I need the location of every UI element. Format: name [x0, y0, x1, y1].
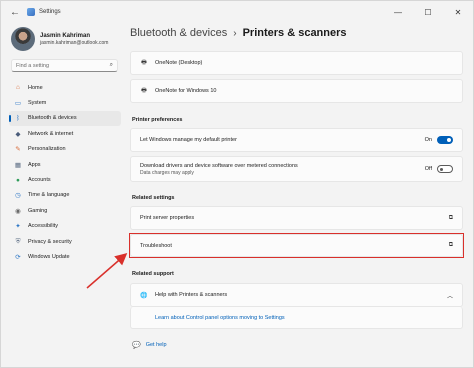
sidebar-item-gaming[interactable]: ◉ Gaming — [9, 203, 121, 218]
search-icon: ⌕ — [109, 62, 113, 68]
sidebar-item-windows-update[interactable]: ⟳ Windows Update — [9, 249, 121, 264]
sidebar-item-label: Bluetooth & devices — [28, 115, 77, 122]
search-input[interactable]: Find a setting ⌕ — [11, 59, 118, 72]
accessibility-icon: ✦ — [15, 223, 21, 231]
shield-icon: ⛨ — [15, 237, 21, 245]
get-help-label: Get help — [145, 342, 167, 348]
network-icon: ◆ — [15, 130, 21, 138]
help-printers-scanners-label: Help with Printers & scanners — [155, 292, 228, 298]
profile-name: Jasmin Kahriman — [40, 32, 91, 39]
avatar — [11, 27, 35, 51]
sidebar-item-home[interactable]: ⌂ Home — [9, 80, 121, 95]
metered-download-toggle[interactable] — [437, 165, 453, 173]
sidebar-item-accessibility[interactable]: ✦ Accessibility — [9, 219, 121, 234]
home-icon: ⌂ — [16, 84, 20, 92]
sidebar-item-personalization[interactable]: ✎ Personalization — [9, 142, 121, 157]
window-controls: — ☐ ✕ — [383, 1, 473, 23]
globe-icon: 🌐 — [140, 292, 148, 299]
metered-download-label: Download drivers and device software ove… — [140, 162, 298, 169]
gaming-icon: ◉ — [15, 207, 21, 215]
chevron-up-icon: ︿ — [446, 293, 453, 300]
section-title-related-settings: Related settings — [132, 195, 175, 201]
sidebar-item-system[interactable]: ▭ System — [9, 95, 121, 110]
metered-download-description: Data charges may apply — [140, 169, 194, 176]
clock-icon: ◷ — [15, 192, 21, 200]
sidebar-item-label: System — [28, 100, 47, 107]
sidebar-item-label: Network & internet — [28, 130, 74, 137]
printer-item-onenote-desktop[interactable]: 🖶 OneNote (Desktop) — [130, 51, 463, 75]
profile-email: jasmin.kahriman@outlook.com — [40, 39, 109, 46]
system-icon: ▭ — [14, 100, 22, 108]
external-link-icon: ⧉ — [448, 214, 453, 221]
sidebar-item-label: Gaming — [28, 207, 48, 214]
sidebar-item-bluetooth-devices[interactable]: ᛒ Bluetooth & devices — [9, 110, 121, 127]
default-printer-setting: Let Windows manage my default printer On — [130, 128, 463, 152]
minimize-icon[interactable]: — — [383, 1, 413, 23]
bluetooth-icon: ᛒ — [16, 114, 20, 122]
sidebar-item-time-language[interactable]: ◷ Time & language — [9, 188, 121, 203]
sidebar-item-label: Accounts — [28, 177, 51, 184]
printer-item-onenote-win10[interactable]: 🖶 OneNote for Windows 10 — [130, 79, 463, 103]
default-printer-toggle[interactable] — [437, 136, 453, 144]
printer-label: OneNote for Windows 10 — [155, 88, 217, 94]
sidebar-item-accounts[interactable]: ● Accounts — [9, 172, 121, 187]
search-placeholder: Find a setting — [16, 62, 50, 69]
printer-label: OneNote (Desktop) — [155, 60, 203, 66]
external-link-icon: ⧉ — [448, 242, 453, 248]
maximize-icon[interactable]: ☐ — [413, 1, 443, 23]
settings-app-icon — [27, 8, 35, 16]
sidebar-item-network-internet[interactable]: ◆ Network & internet — [9, 126, 121, 141]
breadcrumb-separator: › — [233, 27, 237, 39]
printer-icon: 🖶 — [141, 60, 147, 66]
sidebar-item-label: Personalization — [28, 146, 66, 153]
print-server-properties-link[interactable]: Print server properties ⧉ — [130, 206, 463, 230]
user-profile[interactable]: Jasmin Kahriman jasmin.kahriman@outlook.… — [11, 27, 108, 51]
default-printer-label: Let Windows manage my default printer — [140, 137, 237, 143]
section-title-related-support: Related support — [132, 271, 174, 277]
toggle-state-label: On — [424, 137, 432, 143]
accounts-icon: ● — [16, 176, 20, 184]
sidebar-item-privacy-security[interactable]: ⛨ Privacy & security — [9, 234, 121, 249]
section-title-printer-preferences: Printer preferences — [132, 117, 183, 123]
sidebar-nav: ⌂ Home ▭ System ᛒ Bluetooth & devices ◆ Network… — [9, 80, 121, 265]
page-title: Printers & scanners — [242, 27, 347, 39]
metered-download-setting: Download drivers and device software ove… — [130, 156, 463, 182]
breadcrumb: Bluetooth & devices › Printers & scanner… — [130, 27, 347, 39]
back-arrow-icon[interactable]: ← — [7, 4, 23, 20]
update-icon: ⟳ — [15, 253, 21, 261]
close-icon[interactable]: ✕ — [443, 1, 473, 23]
control-panel-options-link[interactable]: Learn about Control panel options moving… — [155, 315, 285, 321]
sidebar-item-label: Accessibility — [28, 223, 58, 230]
support-link-row: Learn about Control panel options moving… — [130, 307, 463, 329]
troubleshoot-label: Troubleshoot — [140, 242, 172, 249]
title-bar: ← Settings — ☐ ✕ — [1, 1, 473, 23]
print-server-properties-label: Print server properties — [140, 215, 195, 221]
help-printers-scanners-expander[interactable]: 🌐 Help with Printers & scanners ︿ — [130, 283, 463, 307]
settings-window: ← Settings — ☐ ✕ Jasmin Kahriman jasmin.… — [0, 0, 474, 368]
breadcrumb-parent[interactable]: Bluetooth & devices — [130, 27, 227, 39]
troubleshoot-link[interactable]: Troubleshoot ⧉ — [130, 234, 463, 257]
sidebar-item-label: Time & language — [28, 192, 70, 199]
help-icon: 💬 — [132, 342, 141, 349]
sidebar-item-label: Windows Update — [28, 253, 70, 260]
toggle-state-label: Off — [424, 166, 432, 172]
sidebar-item-label: Apps — [28, 161, 41, 168]
get-help-link[interactable]: 💬 Get help — [132, 341, 167, 349]
window-title: Settings — [39, 9, 61, 15]
sidebar-item-label: Privacy & security — [28, 238, 72, 245]
apps-icon: ▦ — [14, 161, 22, 169]
sidebar-item-apps[interactable]: ▦ Apps — [9, 157, 121, 172]
brush-icon: ✎ — [15, 146, 21, 154]
printer-icon: 🖶 — [141, 88, 147, 94]
sidebar-item-label: Home — [28, 84, 43, 91]
